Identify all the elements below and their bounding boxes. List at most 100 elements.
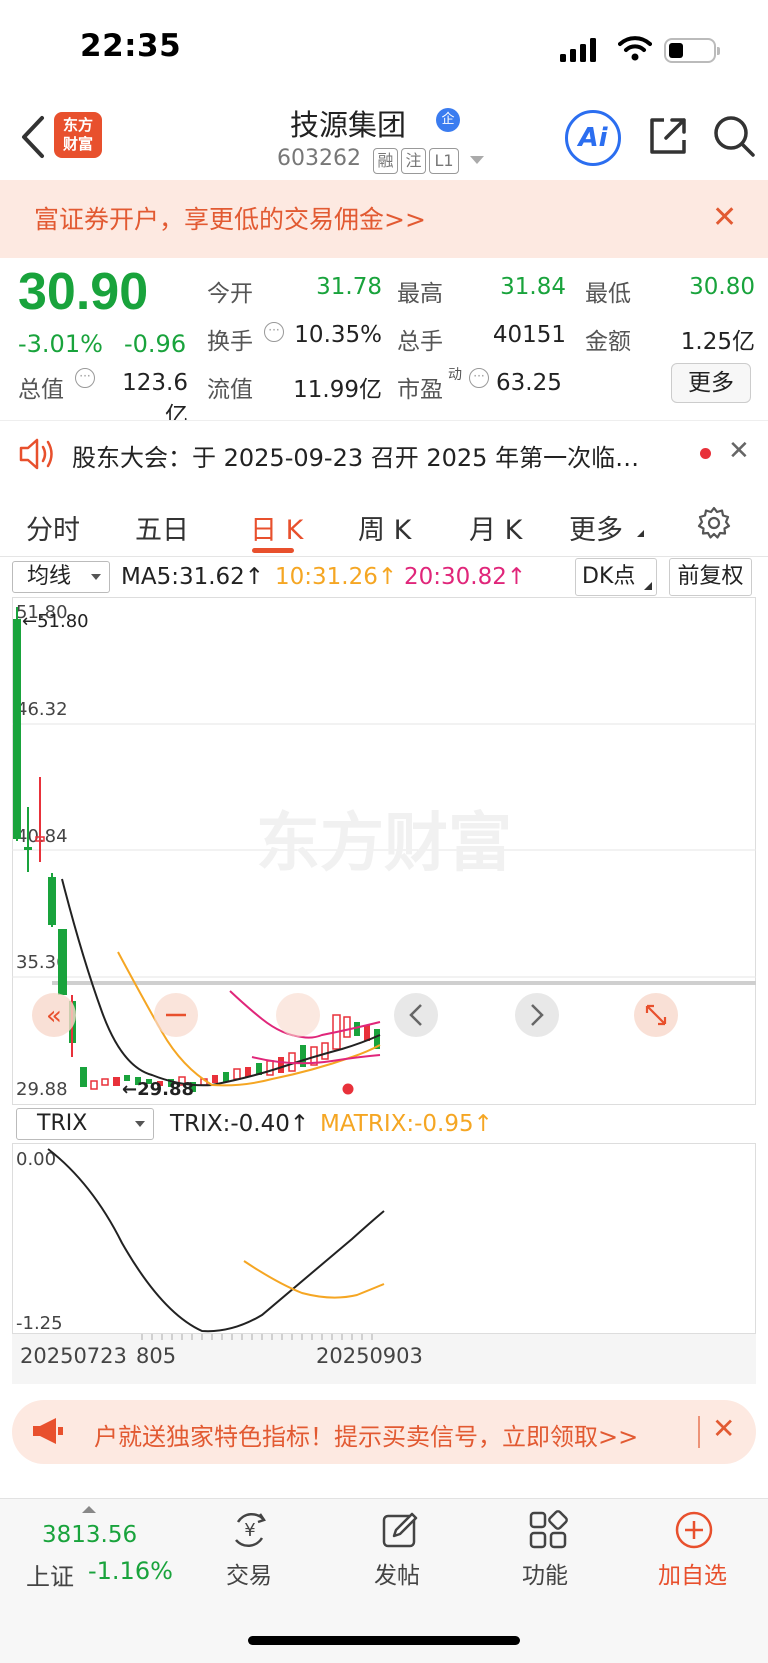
tab-more[interactable]: 更多 — [569, 508, 623, 547]
tab-intraday[interactable]: 分时 — [26, 508, 80, 547]
dk-point-button[interactable]: DK点 — [575, 558, 657, 596]
close-icon[interactable]: ✕ — [712, 200, 737, 235]
fast-back-icon: « — [46, 1001, 62, 1031]
low-marker: ←29.88 — [122, 1079, 194, 1100]
stock-code: 603262 — [277, 146, 361, 171]
signal-icon — [560, 38, 596, 62]
next-button — [515, 993, 559, 1037]
close-icon[interactable]: ✕ — [712, 1412, 735, 1445]
candle — [113, 1077, 120, 1086]
divider — [0, 556, 768, 557]
turnover-label: 换手 — [207, 329, 253, 355]
dropdown-arrow-icon — [135, 1121, 145, 1127]
high-marker: ←51.80 — [22, 611, 89, 632]
ai-button[interactable]: Ai — [565, 110, 621, 166]
x-tick-label: 20250723 — [20, 1344, 127, 1368]
current-price: 30.90 — [18, 263, 149, 321]
nav-function-label[interactable]: 功能 — [522, 1556, 568, 1590]
kline-chart[interactable]: 东方财富 51.80 46.32 40.84 35.36 29.88 ←51.8… — [12, 597, 756, 1105]
candle — [80, 1067, 87, 1087]
x-axis-ticks — [141, 1334, 373, 1340]
x-tick-label: 20250903 — [316, 1344, 423, 1368]
open-value: 31.78 — [316, 274, 382, 300]
volume-label: 总手 — [397, 329, 443, 355]
ma5-value: MA5:31.62↑ — [121, 564, 265, 590]
pe-value: 63.25 — [496, 370, 562, 396]
back-icon[interactable] — [16, 112, 52, 162]
candle — [278, 1057, 284, 1073]
tab-weekly-k[interactable]: 周 K — [358, 508, 411, 547]
dk-point-dot — [342, 1083, 354, 1095]
stock-name: 技源集团 — [290, 108, 407, 142]
dk-label: DK点 — [582, 564, 636, 589]
amount-value: 1.25亿 — [680, 329, 755, 355]
turnover-value: 10.35% — [294, 322, 382, 348]
logo-line1: 东方 — [62, 116, 93, 134]
candle — [223, 1072, 229, 1082]
nav-add-watchlist-label[interactable]: 加自选 — [658, 1556, 727, 1590]
corner-arrow-icon — [637, 530, 644, 537]
trade-icon[interactable]: ¥ — [230, 1510, 270, 1550]
speaker-icon — [19, 438, 53, 470]
home-indicator[interactable] — [248, 1636, 520, 1645]
y-tick-label: 0.00 — [16, 1149, 56, 1170]
y-tick-label: 46.32 — [16, 699, 68, 720]
trix-select-label: TRIX — [37, 1111, 88, 1136]
info-icon[interactable]: ··· — [264, 322, 284, 342]
margin-tag: 融 — [373, 148, 398, 174]
promo-text[interactable]: 富证券开户，享更低的交易佣金>> — [34, 200, 426, 236]
add-circle-icon[interactable] — [674, 1510, 714, 1550]
battery-icon — [664, 38, 720, 63]
high-value: 31.84 — [500, 274, 566, 300]
tab-daily-k[interactable]: 日 K — [250, 508, 303, 547]
pe-superscript: 动 — [448, 367, 462, 383]
trix-chart[interactable]: 0.00 -1.25 — [12, 1143, 756, 1334]
float-label: 流值 — [207, 377, 253, 403]
y-tick-label: -1.25 — [16, 1313, 63, 1334]
level1-tag: L1 — [429, 148, 459, 174]
index-change[interactable]: -1.16% — [88, 1557, 173, 1585]
info-icon[interactable]: ··· — [469, 368, 489, 388]
index-name[interactable]: 上证 — [26, 1557, 74, 1592]
logo-line2: 财富 — [62, 135, 93, 153]
chart-frame — [12, 1143, 756, 1334]
watermark: 东方财富 — [256, 807, 512, 881]
megaphone-icon — [33, 1418, 63, 1444]
nav-post-label[interactable]: 发帖 — [374, 1556, 420, 1590]
close-icon[interactable]: ✕ — [728, 436, 750, 466]
ma20-value: 20:30.82↑ — [404, 564, 527, 590]
gear-icon[interactable] — [697, 506, 731, 540]
adjust-button[interactable]: 前复权 — [669, 558, 752, 596]
change-percent: -3.01% — [18, 330, 103, 358]
tab-monthly-k[interactable]: 月 K — [469, 508, 522, 547]
verified-badge: 企 — [436, 108, 460, 132]
wifi-icon — [618, 36, 652, 61]
tab-five-day[interactable]: 五日 — [135, 508, 189, 547]
share-icon[interactable] — [646, 114, 690, 158]
high-label: 最高 — [397, 281, 443, 307]
tab-active-indicator — [252, 548, 294, 553]
trix-indicator-select[interactable]: TRIX — [16, 1108, 154, 1140]
low-label: 最低 — [585, 281, 631, 307]
nav-trade-label[interactable]: 交易 — [226, 1556, 272, 1590]
info-icon[interactable]: ··· — [75, 368, 95, 388]
amount-label: 金额 — [585, 329, 631, 355]
search-icon[interactable] — [712, 114, 756, 158]
divider — [698, 1416, 700, 1448]
edit-icon[interactable] — [380, 1510, 420, 1550]
pe-label: 市盈 — [397, 377, 443, 403]
mktcap-label: 总值 — [18, 377, 64, 403]
promo-text[interactable]: 户就送独家特色指标！提示买卖信号，立即领取>> — [94, 1417, 638, 1452]
expand-up-icon[interactable] — [82, 1506, 96, 1513]
chevron-down-icon[interactable] — [470, 156, 484, 164]
index-value[interactable]: 3813.56 — [42, 1522, 137, 1548]
more-button[interactable]: 更多 — [671, 363, 751, 403]
announcement-text[interactable]: 股东大会：于 2025-09-23 召开 2025 年第一次临… — [72, 438, 672, 473]
low-value: 30.80 — [689, 274, 755, 300]
status-time: 22:35 — [80, 28, 182, 64]
corner-arrow-icon — [644, 582, 652, 590]
candle — [58, 929, 67, 995]
candle — [212, 1075, 218, 1083]
ma-indicator-select[interactable]: 均线 — [12, 561, 110, 593]
grid-icon[interactable] — [528, 1510, 568, 1550]
